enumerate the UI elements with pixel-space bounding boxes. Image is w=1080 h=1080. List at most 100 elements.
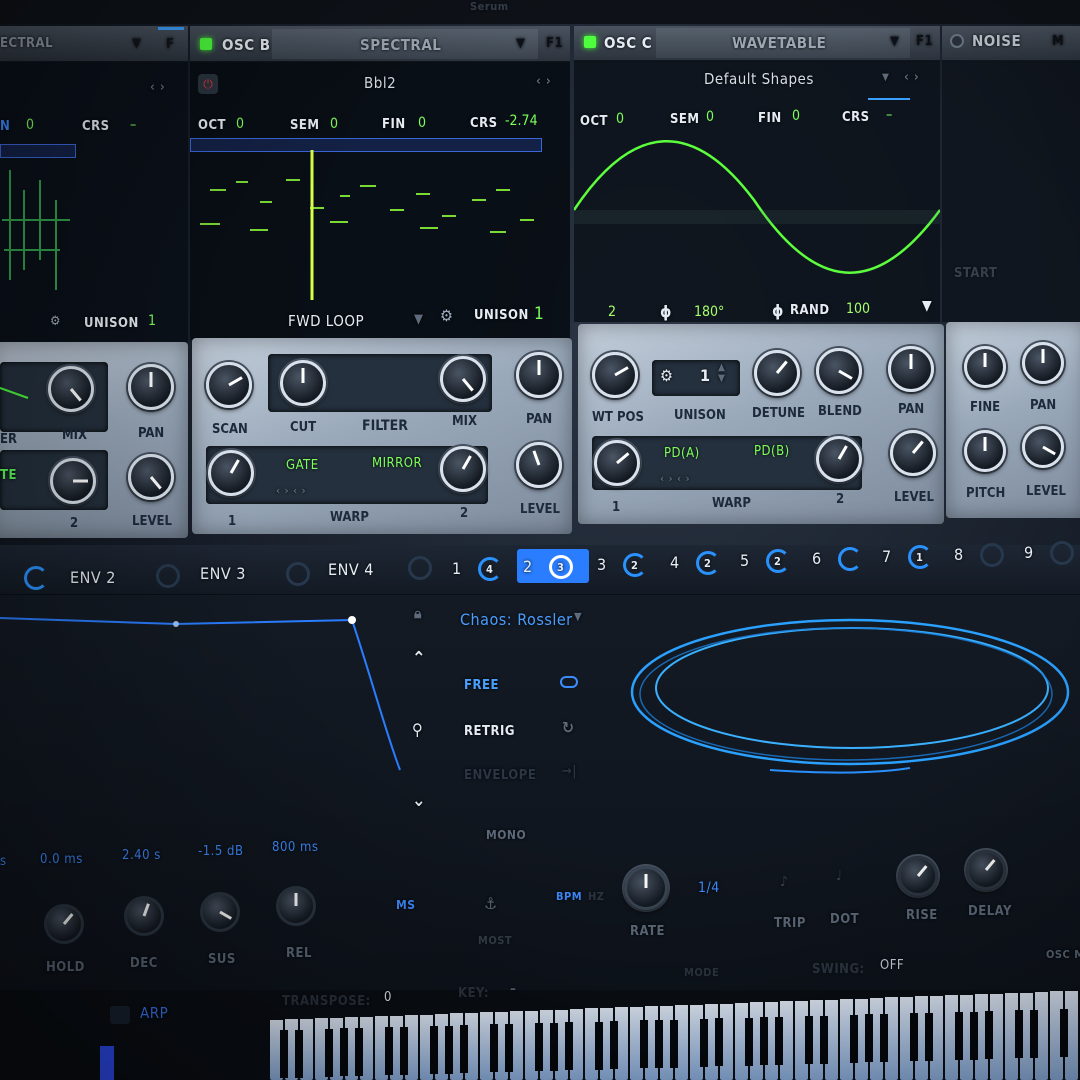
- tab-lfo-4[interactable]: 4: [670, 553, 680, 572]
- osc-b-loop-mode[interactable]: FWD LOOP: [288, 312, 364, 330]
- lfo-bpm-toggle[interactable]: BPM: [556, 890, 582, 903]
- piano-black-key[interactable]: [460, 1025, 468, 1074]
- env-release-knob[interactable]: [276, 886, 316, 926]
- env-zoom-icon[interactable]: ⚲: [412, 720, 423, 739]
- lfo-swing-value[interactable]: OFF: [880, 958, 904, 973]
- env-lock-icon[interactable]: 🔒︎: [414, 606, 422, 622]
- osc-b-warp-knob-2[interactable]: [440, 446, 486, 492]
- lfo-free-icon[interactable]: [560, 676, 578, 688]
- piano-black-key[interactable]: [1060, 1009, 1068, 1058]
- mod-wheel[interactable]: [100, 1046, 114, 1080]
- osc-b-sem-value[interactable]: 0: [330, 116, 338, 132]
- piano-black-key[interactable]: [640, 1020, 648, 1069]
- osc-c-blend-knob[interactable]: [816, 348, 862, 394]
- osc-c-fin-value[interactable]: 0: [792, 108, 800, 124]
- piano-black-key[interactable]: [715, 1018, 723, 1067]
- lfo-hz-toggle[interactable]: HZ: [588, 890, 604, 903]
- piano-black-key[interactable]: [535, 1023, 543, 1072]
- tab-lfo-5[interactable]: 5: [740, 551, 750, 570]
- osc-c-warp-b[interactable]: PD(B): [754, 444, 790, 459]
- osc-b-preset[interactable]: Bbl2: [364, 74, 396, 92]
- env-hold-value[interactable]: 0.0 ms: [40, 852, 83, 867]
- osc-c-warp-nav[interactable]: ‹ › ‹ ›: [660, 472, 690, 485]
- osc-b-oct-value[interactable]: 0: [236, 116, 244, 132]
- tab-env-2[interactable]: ENV 2: [70, 568, 116, 587]
- osc-b-power-icon[interactable]: ⏻: [198, 74, 218, 94]
- osc-c-preset-dropdown-icon[interactable]: ▼: [882, 72, 889, 83]
- piano-black-key[interactable]: [865, 1014, 873, 1063]
- env-decay-knob[interactable]: [124, 896, 164, 936]
- piano-black-key[interactable]: [445, 1025, 453, 1074]
- osc-c-expand-icon[interactable]: ▼: [922, 298, 932, 314]
- env-decay-value[interactable]: 2.40 s: [122, 848, 161, 863]
- env-scroll-down-icon[interactable]: ⌄: [412, 790, 426, 811]
- osc-a-nav-icon[interactable]: ‹ ›: [150, 80, 165, 95]
- osc-b-enable-toggle[interactable]: [200, 38, 212, 50]
- env-scroll-up-icon[interactable]: ⌃: [412, 648, 426, 669]
- osc-a-level-knob[interactable]: [128, 454, 174, 500]
- piano-black-key[interactable]: [565, 1022, 573, 1071]
- piano-black-key[interactable]: [325, 1028, 333, 1077]
- osc-c-preset[interactable]: Default Shapes: [704, 70, 814, 88]
- osc-b-mix-knob[interactable]: [440, 356, 486, 402]
- osc-c-rand-value[interactable]: 100: [846, 301, 870, 317]
- piano-black-key[interactable]: [820, 1015, 828, 1064]
- osc-b-cut-knob[interactable]: [280, 360, 326, 406]
- osc-c-warp-knob-2[interactable]: [816, 436, 862, 482]
- osc-a-crs-value[interactable]: –: [130, 117, 136, 133]
- piano-black-key[interactable]: [760, 1017, 768, 1066]
- osc-b-preset-nav[interactable]: ‹ ›: [536, 74, 551, 89]
- tab-env-3[interactable]: ENV 3: [200, 564, 246, 583]
- lfo-rate-knob[interactable]: [624, 866, 668, 910]
- osc-a-pan-knob[interactable]: [128, 364, 174, 410]
- osc-c-type-dropdown-icon[interactable]: ▼: [890, 34, 900, 49]
- lfo-rate-value[interactable]: 1/4: [698, 880, 720, 896]
- env-sustain-knob[interactable]: [200, 892, 240, 932]
- osc-c-fx-button[interactable]: F1: [916, 34, 933, 49]
- osc-a-unison-icon[interactable]: ⚙: [50, 314, 61, 329]
- lfo-mono-mode[interactable]: MONO: [486, 828, 526, 842]
- lfo-dot-toggle[interactable]: DOT: [830, 912, 859, 927]
- lfo-rise-knob[interactable]: [898, 856, 938, 896]
- lfo-trip-icon[interactable]: ♪: [780, 874, 789, 890]
- arp-power-icon[interactable]: [110, 1006, 130, 1024]
- piano-black-key[interactable]: [1015, 1010, 1023, 1059]
- piano-black-key[interactable]: [340, 1028, 348, 1077]
- osc-c-unison-count[interactable]: 2: [608, 304, 616, 320]
- lfo-free-mode[interactable]: FREE: [464, 678, 499, 693]
- osc-c-unison-stepper[interactable]: ▲ ▼: [718, 362, 725, 384]
- env-attack-value[interactable]: s: [0, 854, 7, 869]
- osc-a-fin-value[interactable]: 0: [26, 117, 34, 133]
- osc-c-phase-value[interactable]: 180°: [694, 304, 724, 320]
- osc-b-unison-icon[interactable]: ⚙: [440, 306, 453, 325]
- osc-a-type-dropdown-icon[interactable]: ▼: [132, 36, 142, 51]
- osc-b-crs-value[interactable]: -2.74: [505, 113, 538, 129]
- osc-c-rand-icon[interactable]: ϕ: [772, 301, 784, 320]
- lfo-dot-icon[interactable]: ♩: [836, 868, 842, 884]
- env-ms-toggle[interactable]: MS: [396, 898, 416, 912]
- piano-black-key[interactable]: [850, 1014, 858, 1063]
- env-sustain-value[interactable]: -1.5 dB: [198, 844, 243, 859]
- piano-black-key[interactable]: [925, 1012, 933, 1061]
- osc-b-unison-value[interactable]: 1: [534, 304, 544, 324]
- piano-black-key[interactable]: [985, 1011, 993, 1060]
- osc-c-pan-knob[interactable]: [888, 346, 934, 392]
- noise-fine-knob[interactable]: [964, 346, 1006, 388]
- noise-level-knob[interactable]: [1022, 426, 1064, 468]
- osc-a-warp-knob[interactable]: [50, 458, 96, 504]
- env-release-value[interactable]: 800 ms: [272, 840, 319, 855]
- noise-m-button[interactable]: M: [1052, 34, 1064, 49]
- piano-black-key[interactable]: [610, 1021, 618, 1070]
- piano-black-key[interactable]: [430, 1026, 438, 1074]
- osc-c-level-knob[interactable]: [890, 430, 936, 476]
- lfo-retrig-icon[interactable]: ↻: [562, 718, 575, 737]
- osc-b-warp-nav[interactable]: ‹ › ‹ ›: [276, 484, 306, 497]
- lfo-retrig-mode[interactable]: RETRIG: [464, 724, 515, 739]
- piano-black-key[interactable]: [745, 1017, 753, 1066]
- piano-black-key[interactable]: [970, 1011, 978, 1060]
- osc-c-wtpos-knob[interactable]: [592, 352, 638, 398]
- noise-pan-knob[interactable]: [1022, 342, 1064, 384]
- tab-lfo-3[interactable]: 3: [597, 555, 607, 574]
- osc-c-type[interactable]: WAVETABLE: [732, 34, 826, 52]
- piano-black-key[interactable]: [1030, 1010, 1038, 1058]
